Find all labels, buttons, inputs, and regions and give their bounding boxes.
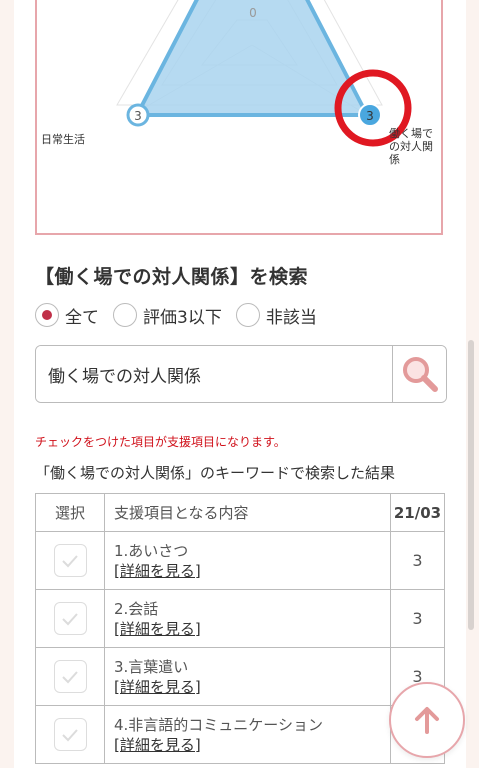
filter-radio-group: 全て 評価3以下 非該当 [35,302,331,328]
detail-link[interactable]: [詳細を見る] [114,620,201,638]
radio-all[interactable]: 全て [35,303,99,328]
support-item-note: チェックをつけた項目が支援項目になります。 [35,435,286,449]
table-row: 1.あいさつ [詳細を見る] 3 [35,531,445,590]
radio-label: 非該当 [265,307,317,328]
rating-cell: 3 [390,531,445,590]
radio-label: 評価3以下 [143,307,222,328]
radar-point-right-label: 3 [366,109,374,123]
rating-cell: 3 [390,589,445,648]
select-cell [35,531,105,590]
check-icon [62,554,78,567]
item-title: 2.会話 [114,599,159,618]
detail-link[interactable]: [詳細を見る] [114,736,201,754]
content-cell: 2.会話 [詳細を見る] [104,589,391,648]
scrollbar[interactable] [468,340,474,630]
row-checkbox[interactable] [53,718,87,751]
search-button[interactable] [392,346,446,402]
check-icon [62,670,78,683]
radio-circle[interactable] [113,303,137,327]
item-title: 1.あいさつ [114,541,189,560]
table-row: 4.非言語的コミュニケーション [詳細を見る] [35,705,445,764]
detail-link[interactable]: [詳細を見る] [114,562,201,580]
scroll-to-top-button[interactable] [389,682,465,758]
table-row: 2.会話 [詳細を見る] 3 [35,589,445,648]
search-section-title: 【働く場での対人関係】を検索 [35,266,309,288]
radio-rating-3-or-less[interactable]: 評価3以下 [113,303,222,328]
row-checkbox[interactable] [53,602,87,635]
arrow-up-icon [415,707,439,734]
support-items-table: 選択 支援項目となる内容 21/03 1.あいさつ [詳細を見る] 3 2.会話 [… [35,493,445,764]
radio-circle[interactable] [235,303,260,327]
item-title: 3.言葉遣い [114,657,189,676]
select-cell [35,647,105,706]
radio-selected-dot [42,310,52,320]
header-select: 選択 [35,493,105,532]
radar-chart-card: 0 3 3 日常生活 働く場での対人関係 [35,0,443,235]
content-cell: 4.非言語的コミュニケーション [詳細を見る] [104,705,391,764]
page: 0 3 3 日常生活 働く場での対人関係 【働く場での対人関係】を検索 全て 評… [14,0,466,768]
radar-chart: 0 3 3 [116,0,412,147]
table-row: 3.言葉遣い [詳細を見る] 3 [35,647,445,706]
axis-label-daily-life: 日常生活 [41,133,85,146]
content-cell: 3.言葉遣い [詳細を見る] [104,647,391,706]
table-header-row: 選択 支援項目となる内容 21/03 [35,493,445,532]
search-box [35,345,447,403]
radar-point-left-label: 3 [134,109,142,123]
check-icon [62,612,78,625]
content-cell: 1.あいさつ [詳細を見る] [104,531,391,590]
check-icon [62,728,78,741]
search-icon [402,357,438,392]
row-checkbox[interactable] [53,544,87,577]
select-cell [35,705,105,764]
support-items-table-wrap: 選択 支援項目となる内容 21/03 1.あいさつ [詳細を見る] 3 2.会話 [… [35,493,445,764]
radio-label: 全て [65,307,99,328]
row-checkbox[interactable] [53,660,87,693]
search-result-caption: 「働く場での対人関係」のキーワードで検索した結果 [35,464,396,482]
search-input[interactable] [36,346,392,402]
radio-not-applicable[interactable]: 非該当 [235,303,317,328]
radio-circle[interactable] [35,303,59,327]
select-cell [35,589,105,648]
axis-label-workplace: 働く場での対人関係 [389,127,433,166]
item-title: 4.非言語的コミュニケーション [114,715,324,734]
header-content: 支援項目となる内容 [104,493,391,532]
detail-link[interactable]: [詳細を見る] [114,678,201,696]
header-date: 21/03 [390,493,445,532]
radar-tick-zero: 0 [249,6,257,20]
